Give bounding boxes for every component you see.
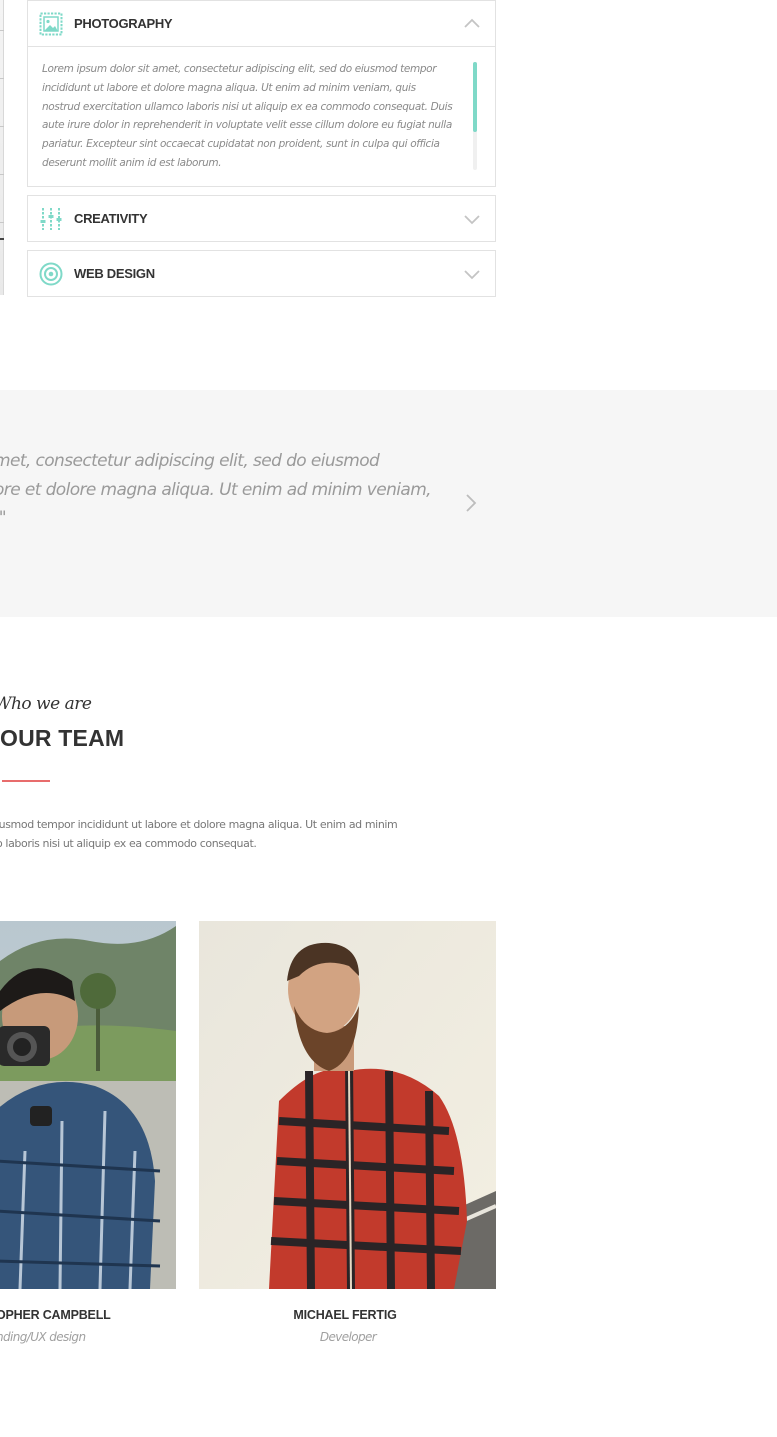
accordion-title: WEB DESIGN: [74, 266, 155, 281]
accordion-title: PHOTOGRAPHY: [74, 16, 173, 31]
scrollbar[interactable]: [473, 62, 477, 170]
testimonial-section: met, consectetur adipiscing elit, sed do…: [0, 390, 777, 617]
accordion-body-text: Lorem ipsum dolor sit amet, consectetur …: [42, 63, 453, 169]
sliders-icon: [40, 207, 62, 230]
accordion-header-creativity[interactable]: CREATIVITY: [28, 196, 495, 241]
left-edge-image: [0, 0, 4, 295]
member-photo[interactable]: [199, 921, 496, 1289]
section-description: iusmod tempor incididunt ut labore et do…: [0, 818, 398, 850]
chevron-right-icon[interactable]: [462, 492, 480, 514]
testimonial-quote: met, consectetur adipiscing elit, sed do…: [0, 451, 432, 528]
chevron-down-icon[interactable]: [463, 265, 481, 283]
member-photo[interactable]: [0, 921, 176, 1289]
chevron-down-icon[interactable]: [463, 210, 481, 228]
section-title: OUR TEAM: [0, 725, 125, 751]
accordion-body-photography: Lorem ipsum dolor sit amet, consectetur …: [28, 46, 495, 186]
title-divider: [2, 780, 50, 782]
member-name: OPHER CAMPBELL: [0, 1308, 111, 1322]
scrollbar-thumb[interactable]: [473, 62, 477, 132]
target-icon: [39, 262, 63, 285]
accordion-header-photography[interactable]: PHOTOGRAPHY: [28, 1, 495, 46]
member-role: Developer: [319, 1330, 377, 1344]
accordion-item-creativity: CREATIVITY: [27, 195, 496, 242]
accordion-item-photography: PHOTOGRAPHY Lorem ipsum dolor sit amet, …: [27, 0, 496, 187]
section-kicker: Who we are: [0, 694, 92, 714]
accordion-header-web-design[interactable]: WEB DESIGN: [28, 251, 495, 296]
chevron-up-icon[interactable]: [463, 15, 481, 33]
member-role: nding/UX design: [0, 1330, 86, 1344]
image-icon: [39, 12, 63, 35]
accordion-item-web-design: WEB DESIGN: [27, 250, 496, 297]
accordion-title: CREATIVITY: [74, 211, 148, 226]
member-name: MICHAEL FERTIG: [293, 1308, 397, 1322]
